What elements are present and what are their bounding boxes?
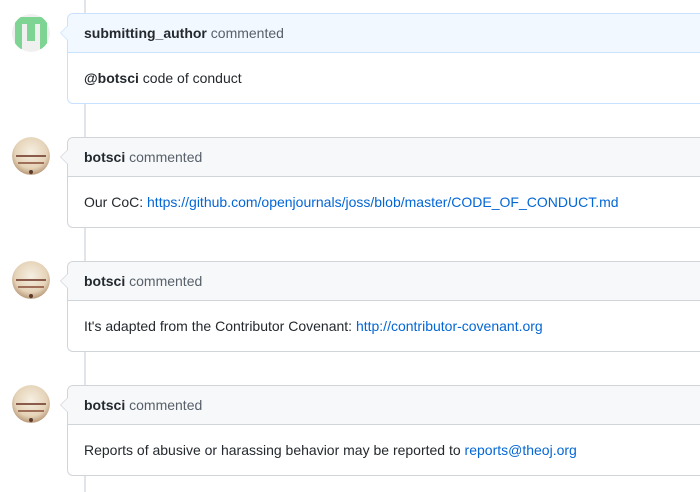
- author-link[interactable]: botsci: [84, 273, 125, 289]
- comment-text: It's adapted from the Contributor Covena…: [84, 318, 356, 334]
- comment-box: botsci commented It's adapted from the C…: [60, 261, 700, 352]
- identicon-avatar[interactable]: [12, 14, 50, 52]
- comment-body: Reports of abusive or harassing behavior…: [68, 425, 700, 475]
- contributor-covenant-link[interactable]: http://contributor-covenant.org: [356, 318, 543, 334]
- bot-avatar[interactable]: [12, 261, 50, 299]
- code-of-conduct-link[interactable]: https://github.com/openjournals/joss/blo…: [147, 194, 619, 210]
- user-mention[interactable]: @botsci: [84, 70, 139, 86]
- comment-box: submitting_author commented @botsci code…: [60, 13, 700, 104]
- reports-email-link[interactable]: reports@theoj.org: [465, 442, 577, 458]
- comment-timeline: submitting_author commented @botsci code…: [0, 0, 700, 492]
- comment-box: botsci commented Reports of abusive or h…: [60, 385, 700, 476]
- comment-body: Our CoC: https://github.com/openjournals…: [68, 177, 700, 227]
- comment-header: botsci commented: [60, 138, 700, 177]
- bot-avatar[interactable]: [12, 385, 50, 423]
- comment-body: @botsci code of conduct: [68, 53, 700, 103]
- comment-action: commented: [129, 149, 203, 165]
- comment-action: commented: [129, 273, 203, 289]
- comment-header: botsci commented: [60, 262, 700, 301]
- comment-header: botsci commented: [60, 386, 700, 425]
- comment-action: commented: [129, 397, 203, 413]
- comment-body: It's adapted from the Contributor Covena…: [68, 301, 700, 351]
- bot-avatar[interactable]: [12, 137, 50, 175]
- author-link[interactable]: botsci: [84, 149, 125, 165]
- author-link[interactable]: botsci: [84, 397, 125, 413]
- comment-header: submitting_author commented: [60, 14, 700, 53]
- comment-text: Our CoC:: [84, 194, 148, 210]
- comment-box: botsci commented Our CoC: https://github…: [60, 137, 700, 228]
- comment-text: Reports of abusive or harassing behavior…: [84, 442, 465, 458]
- author-link[interactable]: submitting_author: [84, 25, 207, 41]
- comment-action: commented: [210, 25, 284, 41]
- comment-text: code of conduct: [138, 70, 242, 86]
